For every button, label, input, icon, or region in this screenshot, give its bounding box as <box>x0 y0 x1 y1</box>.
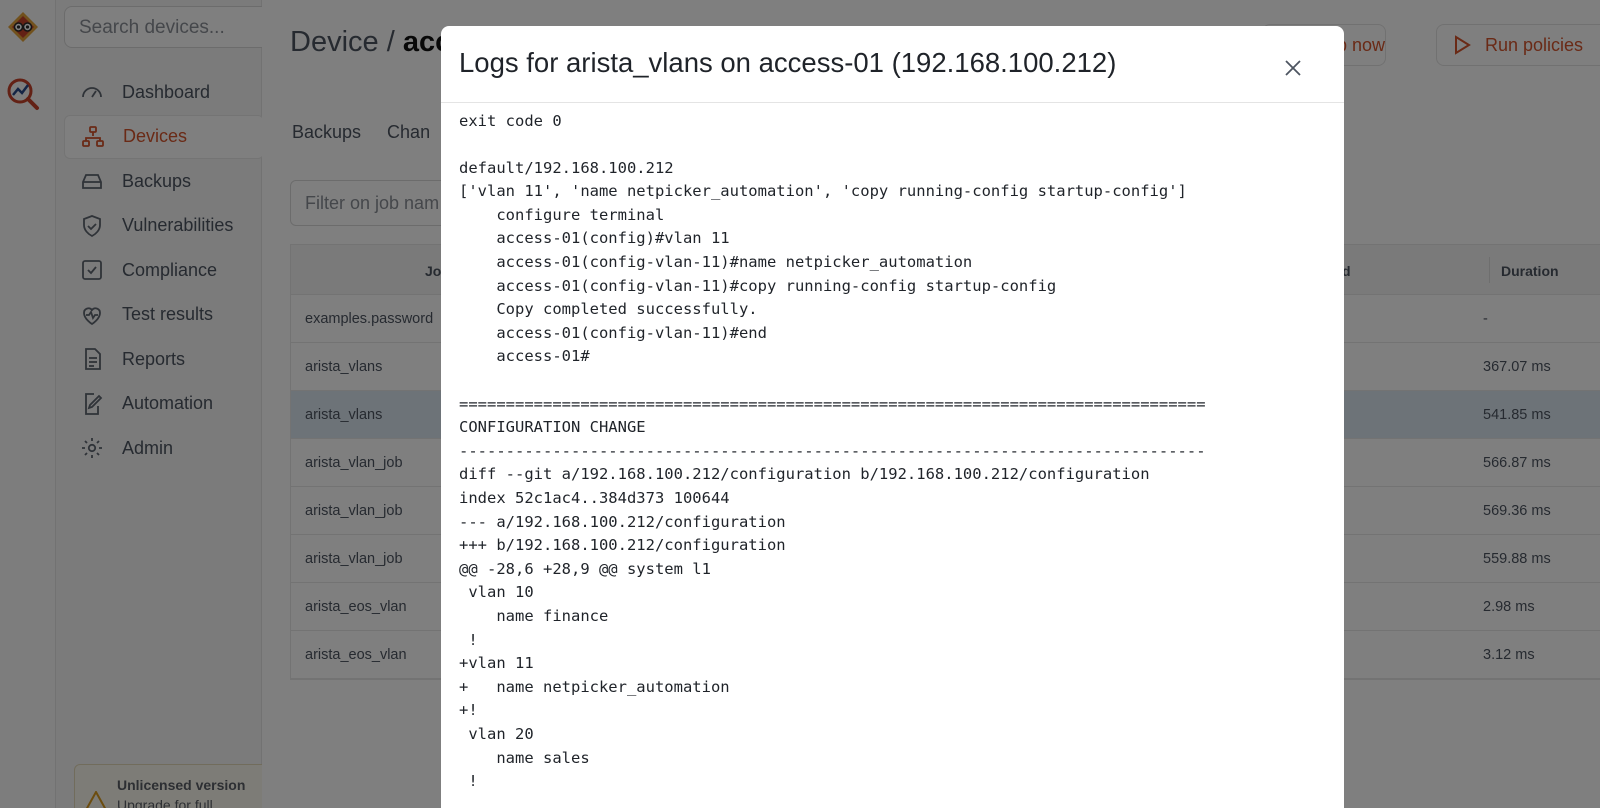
log-line: +vlan 11 <box>459 654 534 673</box>
modal-title: Logs for arista_vlans on access-01 (192.… <box>459 47 1117 78</box>
log-line: +++ b/192.168.100.212/configuration <box>459 536 786 555</box>
log-line: +! <box>459 701 478 720</box>
log-line: + name netpicker_automation <box>459 677 730 696</box>
log-line: diff --git a/192.168.100.212/configurati… <box>459 465 1150 484</box>
log-line: ----------------------------------------… <box>459 441 1206 460</box>
close-icon[interactable] <box>1279 54 1307 82</box>
log-line: ['vlan 11', 'name netpicker_automation',… <box>459 182 1187 201</box>
log-line: access-01(config-vlan-11)#end <box>459 323 767 342</box>
log-line: name sales <box>459 748 590 767</box>
log-line: access-01# <box>459 347 590 366</box>
log-line: access-01(config)#vlan 11 <box>459 229 730 248</box>
modal-header: Logs for arista_vlans on access-01 (192.… <box>441 26 1344 103</box>
log-line: vlan 10 <box>459 583 534 602</box>
log-output[interactable]: exit code 0 default/192.168.100.212 ['vlan… <box>459 110 1329 808</box>
log-line: index 52c1ac4..384d373 100644 <box>459 489 730 507</box>
log-line: CONFIGURATION CHANGE <box>459 418 646 437</box>
log-line: vlan 20 <box>459 724 534 743</box>
logs-modal: Logs for arista_vlans on access-01 (192.… <box>441 26 1344 808</box>
log-line: ========================================… <box>459 394 1206 413</box>
log-line: @@ -28,6 +28,9 @@ system l1 <box>459 559 711 578</box>
log-line: default/192.168.100.212 <box>459 158 674 177</box>
log-line: configure terminal <box>459 205 665 224</box>
log-line: name finance <box>459 606 609 625</box>
log-line: Copy completed successfully. <box>459 300 758 319</box>
log-line: ! <box>459 630 478 649</box>
log-line: ! <box>459 772 478 791</box>
log-line: access-01(config-vlan-11)#copy running-c… <box>459 276 1057 295</box>
log-line: access-01(config-vlan-11)#name netpicker… <box>459 253 973 272</box>
log-line: exit code 0 <box>459 111 562 130</box>
log-line: --- a/192.168.100.212/configuration <box>459 512 786 531</box>
